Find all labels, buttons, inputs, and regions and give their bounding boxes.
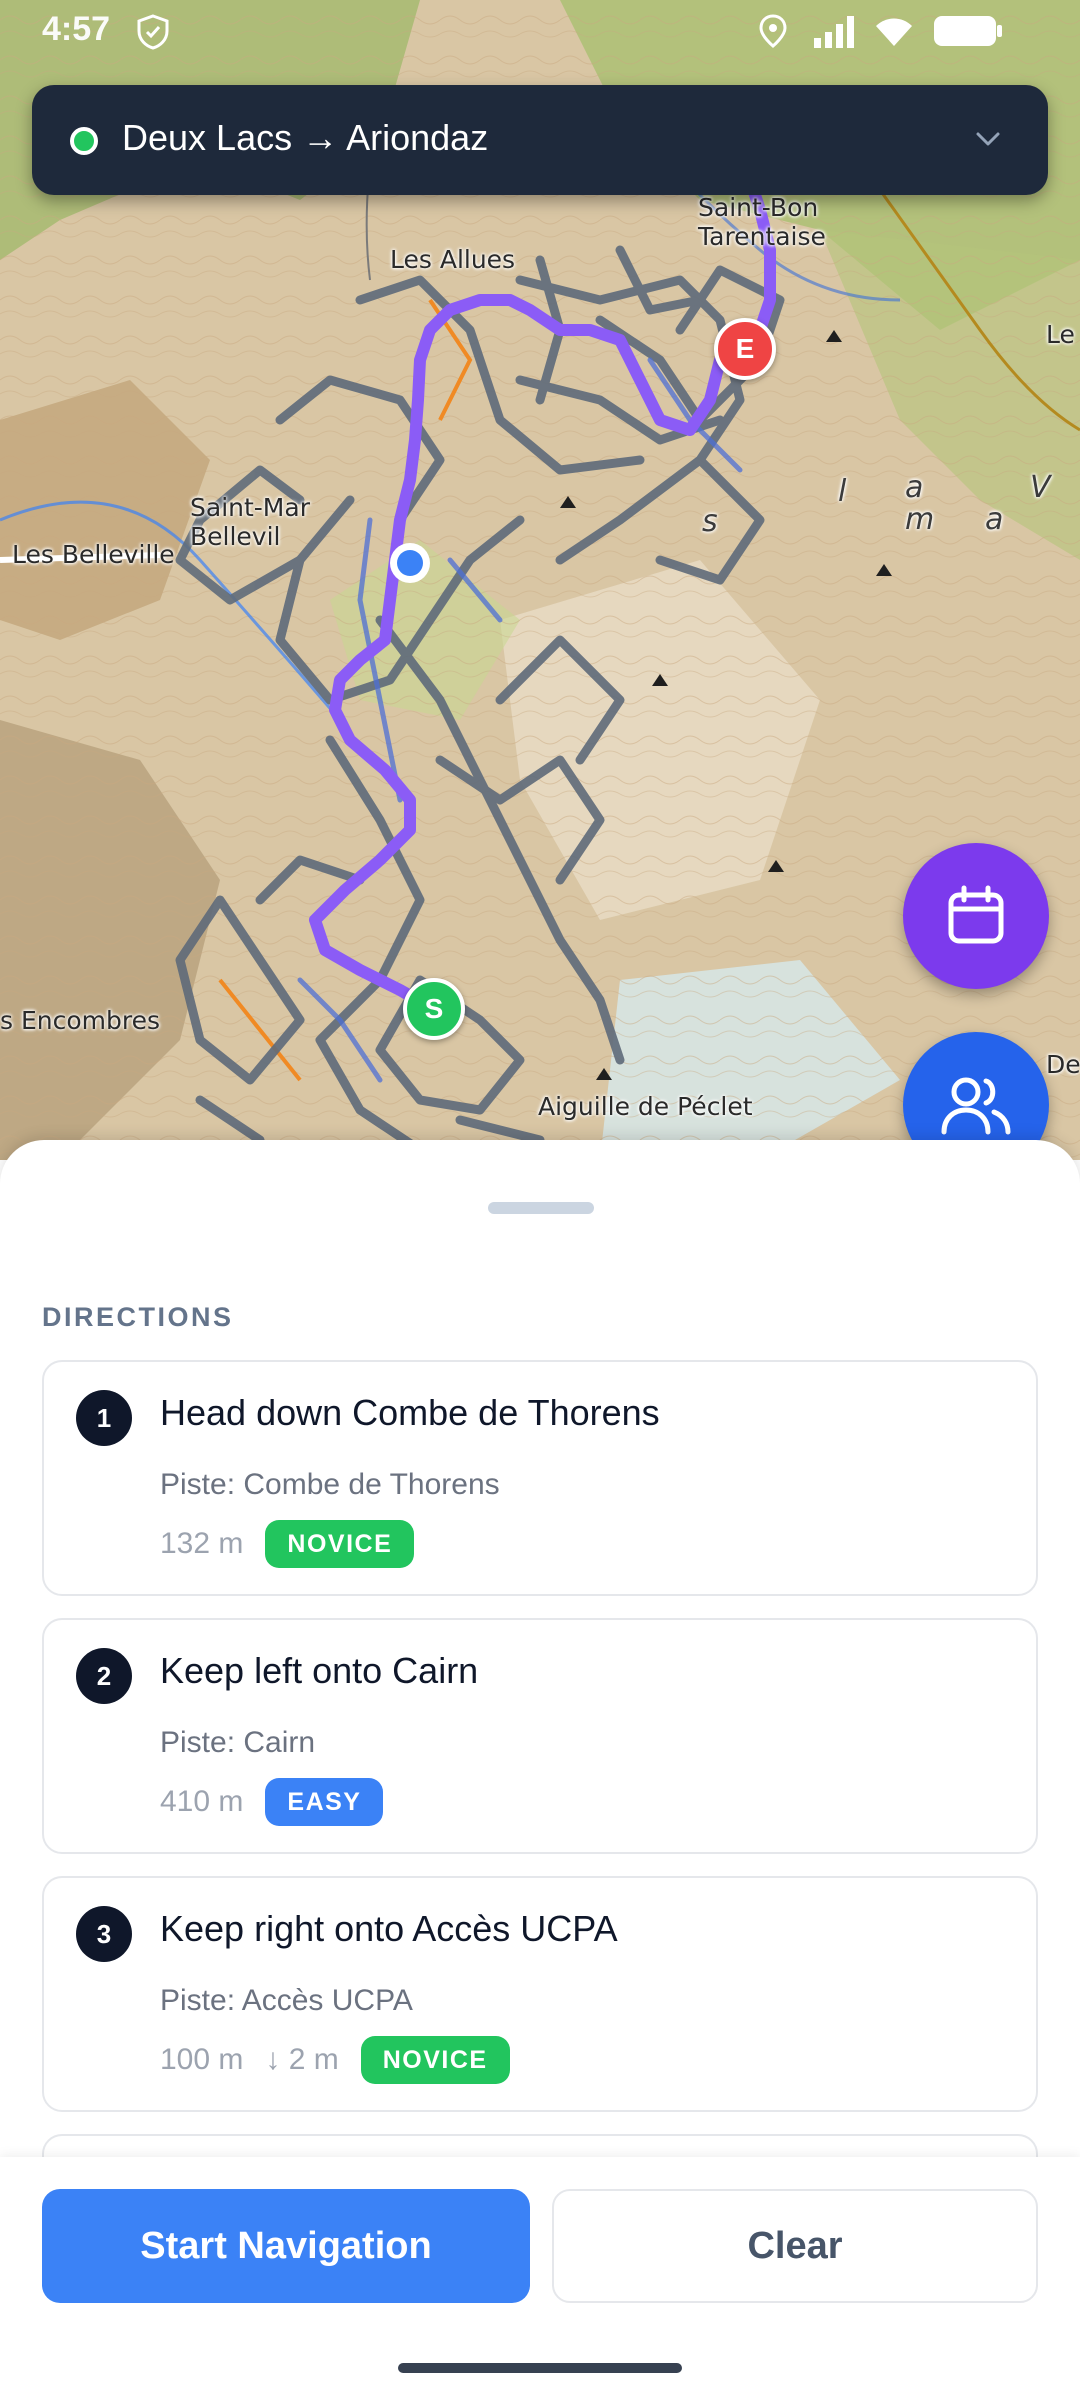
map-label-saint-martin: Saint-Mar: [190, 493, 310, 522]
difficulty-badge: NOVICE: [360, 2036, 510, 2084]
calendar-icon: [948, 885, 1004, 944]
end-marker[interactable]: E: [714, 318, 776, 380]
route-status-dot: [70, 127, 98, 155]
step-meta: 132 m NOVICE: [160, 1520, 415, 1568]
direction-step[interactable]: 3 Keep right onto Accès UCPA Piste: Accè…: [42, 1876, 1038, 2112]
map-label-l: l: [838, 474, 847, 509]
signal-icon: [814, 16, 854, 48]
map-label-saint-bon: Saint-Bon: [698, 193, 819, 222]
step-title: Keep right onto Accès UCPA: [160, 1908, 618, 1949]
start-marker-label: S: [424, 993, 444, 1024]
map-label-encombres: s Encombres: [0, 1006, 161, 1035]
action-bar: Start Navigation Clear: [0, 2157, 1080, 2400]
users-icon: [941, 1077, 1011, 1135]
step-distance: 410 m: [160, 1785, 244, 1818]
map-label-les-allues: Les Allues: [390, 245, 516, 274]
start-marker[interactable]: S: [403, 978, 465, 1040]
route-header[interactable]: Deux Lacs → Ariondaz: [32, 85, 1048, 195]
step-elevation-drop: ↓ 2 m: [265, 2043, 339, 2076]
home-indicator[interactable]: [398, 2363, 682, 2373]
wifi-icon: [876, 18, 912, 46]
step-meta: 100 m ↓ 2 m NOVICE: [160, 2036, 510, 2084]
step-number: 2: [76, 1648, 132, 1704]
directions-heading: DIRECTIONS: [42, 1302, 234, 1332]
status-bar: 4:57: [0, 0, 1080, 62]
direction-step[interactable]: 1 Head down Combe de Thorens Piste: Comb…: [42, 1360, 1038, 1596]
step-piste: Piste: Combe de Thorens: [160, 1468, 500, 1501]
map-label-a2: a: [985, 502, 1004, 537]
status-time: 4:57: [42, 10, 111, 48]
difficulty-badge: NOVICE: [265, 1520, 415, 1568]
map-label-le: Le: [1046, 320, 1075, 349]
battery-icon: [934, 16, 1002, 46]
calendar-button[interactable]: [903, 843, 1049, 989]
difficulty-badge: EASY: [265, 1778, 384, 1826]
clear-button[interactable]: Clear: [552, 2189, 1038, 2303]
step-title: Keep left onto Cairn: [160, 1650, 479, 1691]
step-distance: 100 m: [160, 2043, 244, 2076]
route-title: Deux Lacs → Ariondaz: [122, 117, 489, 158]
map-label-tarentaise: Tarentaise: [698, 222, 826, 251]
map-label-de: De: [1046, 1050, 1080, 1079]
map-label-m: m: [905, 502, 935, 537]
step-title: Head down Combe de Thorens: [160, 1392, 660, 1433]
map-label-s: s: [702, 504, 718, 539]
step-piste: Piste: Accès UCPA: [160, 1984, 413, 2017]
start-navigation-button[interactable]: Start Navigation: [42, 2189, 530, 2303]
map-label-v: V: [1030, 470, 1051, 505]
step-number: 3: [76, 1906, 132, 1962]
end-marker-label: E: [735, 333, 755, 364]
step-piste: Piste: Cairn: [160, 1726, 316, 1759]
step-distance: 132 m: [160, 1527, 244, 1560]
map-label-belleville-fragment: Bellevil: [190, 522, 281, 551]
shield-icon: [137, 14, 169, 50]
map-label-les-belleville: Les Belleville: [12, 540, 175, 569]
location-icon: [759, 14, 787, 48]
chevron-down-icon[interactable]: [970, 121, 1006, 157]
direction-step[interactable]: 2 Keep left onto Cairn Piste: Cairn 410 …: [42, 1618, 1038, 1854]
step-number: 1: [76, 1390, 132, 1446]
sheet-drag-handle[interactable]: [488, 1202, 594, 1214]
step-meta: 410 m EASY: [160, 1778, 384, 1826]
map-label-a: a: [905, 470, 924, 505]
map-label-aiguille-de-peclet: Aiguille de Péclet: [538, 1092, 753, 1121]
